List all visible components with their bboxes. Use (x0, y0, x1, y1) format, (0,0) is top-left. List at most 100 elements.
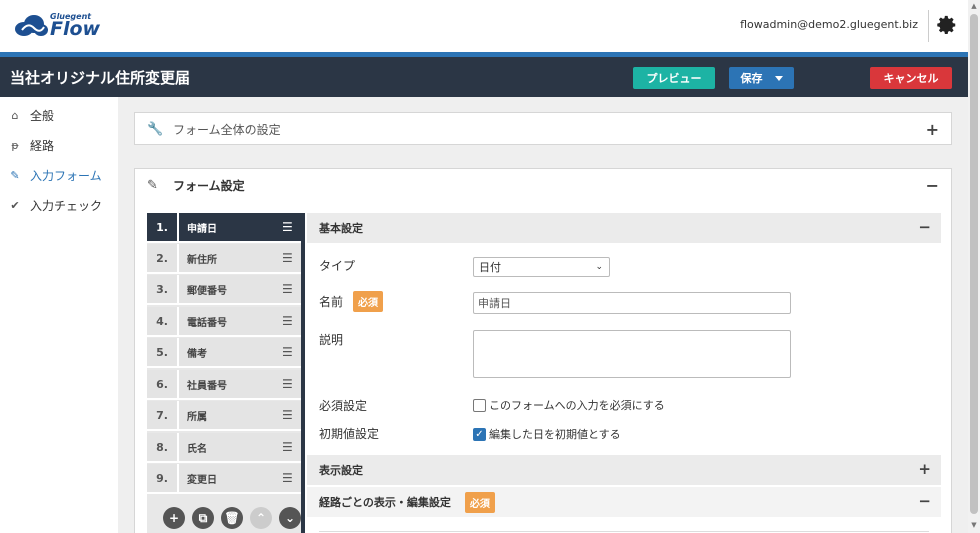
route-display-settings-title: 経路ごとの表示・編集設定 (319, 496, 451, 509)
name-label: 名前 (319, 295, 344, 309)
copy-icon[interactable]: ⧉ (192, 507, 214, 529)
trash-icon[interactable]: 🗑 (221, 507, 243, 529)
display-settings-title: 表示設定 (319, 464, 363, 477)
route-icon: ᵽ (11, 138, 19, 152)
field-list-scrollbar[interactable] (301, 213, 305, 533)
field-label: 新住所 (187, 254, 217, 266)
title-bar: 当社オリジナル住所変更届 プレビュー 保存 キャンセル (0, 57, 968, 97)
description-textarea[interactable] (473, 330, 791, 378)
page-title: 当社オリジナル住所変更届 (10, 69, 191, 87)
required-checkbox-text: このフォームへの入力を必須にする (489, 399, 665, 412)
type-select[interactable]: 日付 ⌄ (473, 257, 610, 277)
cloud-logo-icon (15, 15, 48, 36)
scroll-up-icon[interactable]: ▲ (970, 2, 978, 12)
overall-settings-title: フォーム全体の設定 (173, 122, 281, 137)
move-down-icon[interactable]: ⌄ (279, 507, 301, 529)
drag-handle-icon[interactable]: ☰ (282, 220, 296, 234)
initial-value-checkbox-row[interactable]: ✓ 編集した日を初期値とする (473, 426, 621, 442)
field-item[interactable]: 6. 社員番号 ☰ (147, 370, 301, 400)
preview-button-label: プレビュー (646, 72, 702, 85)
page-scrollbar[interactable]: ▲ ▼ (968, 0, 980, 533)
app-logo[interactable]: Gluegent Flow (14, 12, 100, 40)
drag-handle-icon[interactable]: ☰ (282, 408, 296, 422)
user-email[interactable]: flowadmin@demo2.gluegent.biz (740, 18, 918, 31)
cancel-button[interactable]: キャンセル (870, 67, 952, 89)
collapse-icon[interactable]: − (918, 218, 931, 236)
add-icon[interactable]: + (163, 507, 185, 529)
sidebar-item-input-check[interactable]: ✔ 入力チェック (0, 195, 118, 215)
sidebar: ⌂ 全般 ᵽ 経路 ✎ 入力フォーム ✔ 入力チェック (0, 97, 118, 533)
name-input[interactable]: 申請日 (473, 292, 791, 314)
move-up-icon[interactable]: ⌃ (250, 507, 272, 529)
expand-icon[interactable]: + (918, 460, 931, 478)
field-item[interactable]: 3. 郵便番号 ☰ (147, 275, 301, 305)
check-icon: ✔ (10, 198, 20, 212)
field-item[interactable]: 9. 変更日 ☰ (147, 464, 301, 494)
expand-icon[interactable]: + (926, 120, 939, 139)
gear-icon[interactable] (936, 14, 958, 36)
field-item[interactable]: 2. 新住所 ☰ (147, 244, 301, 274)
drag-handle-icon[interactable]: ☰ (282, 345, 296, 359)
required-checkbox-row[interactable]: このフォームへの入力を必須にする (473, 397, 665, 413)
cancel-button-label: キャンセル (883, 72, 939, 85)
overall-settings-panel: 🔧 フォーム全体の設定 + (134, 112, 952, 145)
field-item[interactable]: 4. 電話番号 ☰ (147, 307, 301, 337)
top-bar: Gluegent Flow flowadmin@demo2.gluegent.b… (0, 0, 968, 52)
display-settings-header[interactable]: 表示設定 + (307, 455, 941, 485)
scroll-down-icon[interactable]: ▼ (970, 521, 978, 531)
collapse-icon[interactable]: − (918, 492, 931, 510)
drag-handle-icon[interactable]: ☰ (282, 314, 296, 328)
field-label: 変更日 (187, 474, 217, 486)
field-list-toolbar: + ⧉ 🗑 ⌃ ⌄ (163, 507, 301, 529)
sidebar-item-label: 全般 (30, 108, 55, 123)
preview-button[interactable]: プレビュー (633, 67, 715, 89)
field-settings: 基本設定 − タイプ 日付 ⌄ 名前 必須 申請日 説明 必須設定 このフォームへ… (307, 213, 941, 533)
drag-handle-icon[interactable]: ☰ (282, 471, 296, 485)
field-label: 社員番号 (187, 380, 227, 392)
field-item[interactable]: 1. 申請日 ☰ (147, 213, 301, 243)
field-number: 3. (147, 275, 179, 303)
wrench-icon: 🔧 (147, 121, 164, 137)
description-label: 説明 (319, 333, 344, 347)
field-item[interactable]: 5. 備考 ☰ (147, 338, 301, 368)
field-item[interactable]: 8. 氏名 ☰ (147, 433, 301, 463)
drag-handle-icon[interactable]: ☰ (282, 440, 296, 454)
initial-value-label: 初期値設定 (319, 427, 380, 441)
type-select-value: 日付 (479, 261, 501, 274)
sidebar-item-label: 入力チェック (30, 198, 103, 213)
route-display-settings-header[interactable]: 経路ごとの表示・編集設定 必須 − (307, 487, 941, 517)
collapse-icon[interactable]: − (926, 176, 939, 195)
form-settings-header[interactable]: ✎ フォーム設定 − (135, 169, 951, 201)
initial-value-checkbox[interactable]: ✓ (473, 427, 486, 441)
sidebar-item-input-form[interactable]: ✎ 入力フォーム (0, 165, 118, 185)
field-item[interactable]: 7. 所属 ☰ (147, 401, 301, 431)
field-number: 4. (147, 307, 179, 335)
basic-settings-header[interactable]: 基本設定 − (307, 213, 941, 243)
overall-settings-header[interactable]: 🔧 フォーム全体の設定 + (135, 113, 951, 145)
logo-product-text: Flow (50, 18, 101, 40)
drag-handle-icon[interactable]: ☰ (282, 282, 296, 296)
type-label: タイプ (319, 259, 356, 273)
field-number: 8. (147, 433, 179, 461)
drag-handle-icon[interactable]: ☰ (282, 377, 296, 391)
scrollbar-thumb[interactable] (970, 14, 978, 514)
sidebar-item-route[interactable]: ᵽ 経路 (0, 135, 118, 155)
form-settings-title: フォーム設定 (173, 178, 245, 193)
required-badge: 必須 (464, 491, 495, 513)
field-label: 所属 (187, 411, 207, 423)
field-label: 備考 (187, 348, 207, 360)
save-button[interactable]: 保存 (729, 67, 794, 89)
field-number: 6. (147, 370, 179, 398)
field-label: 氏名 (187, 443, 207, 455)
field-number: 5. (147, 338, 179, 366)
save-button-label: 保存 (740, 72, 763, 85)
field-list: 1. 申請日 ☰ 2. 新住所 ☰ 3. 郵便番号 ☰ 4. 電話番号 ☰ 5. (147, 213, 305, 533)
drag-handle-icon[interactable]: ☰ (282, 251, 296, 265)
required-badge: 必須 (353, 291, 384, 312)
required-checkbox[interactable] (473, 398, 486, 412)
field-label: 申請日 (187, 223, 217, 235)
field-label: 電話番号 (187, 317, 227, 329)
caret-down-icon[interactable] (774, 75, 783, 81)
chevron-down-icon: ⌄ (595, 262, 603, 272)
sidebar-item-general[interactable]: ⌂ 全般 (0, 105, 118, 125)
